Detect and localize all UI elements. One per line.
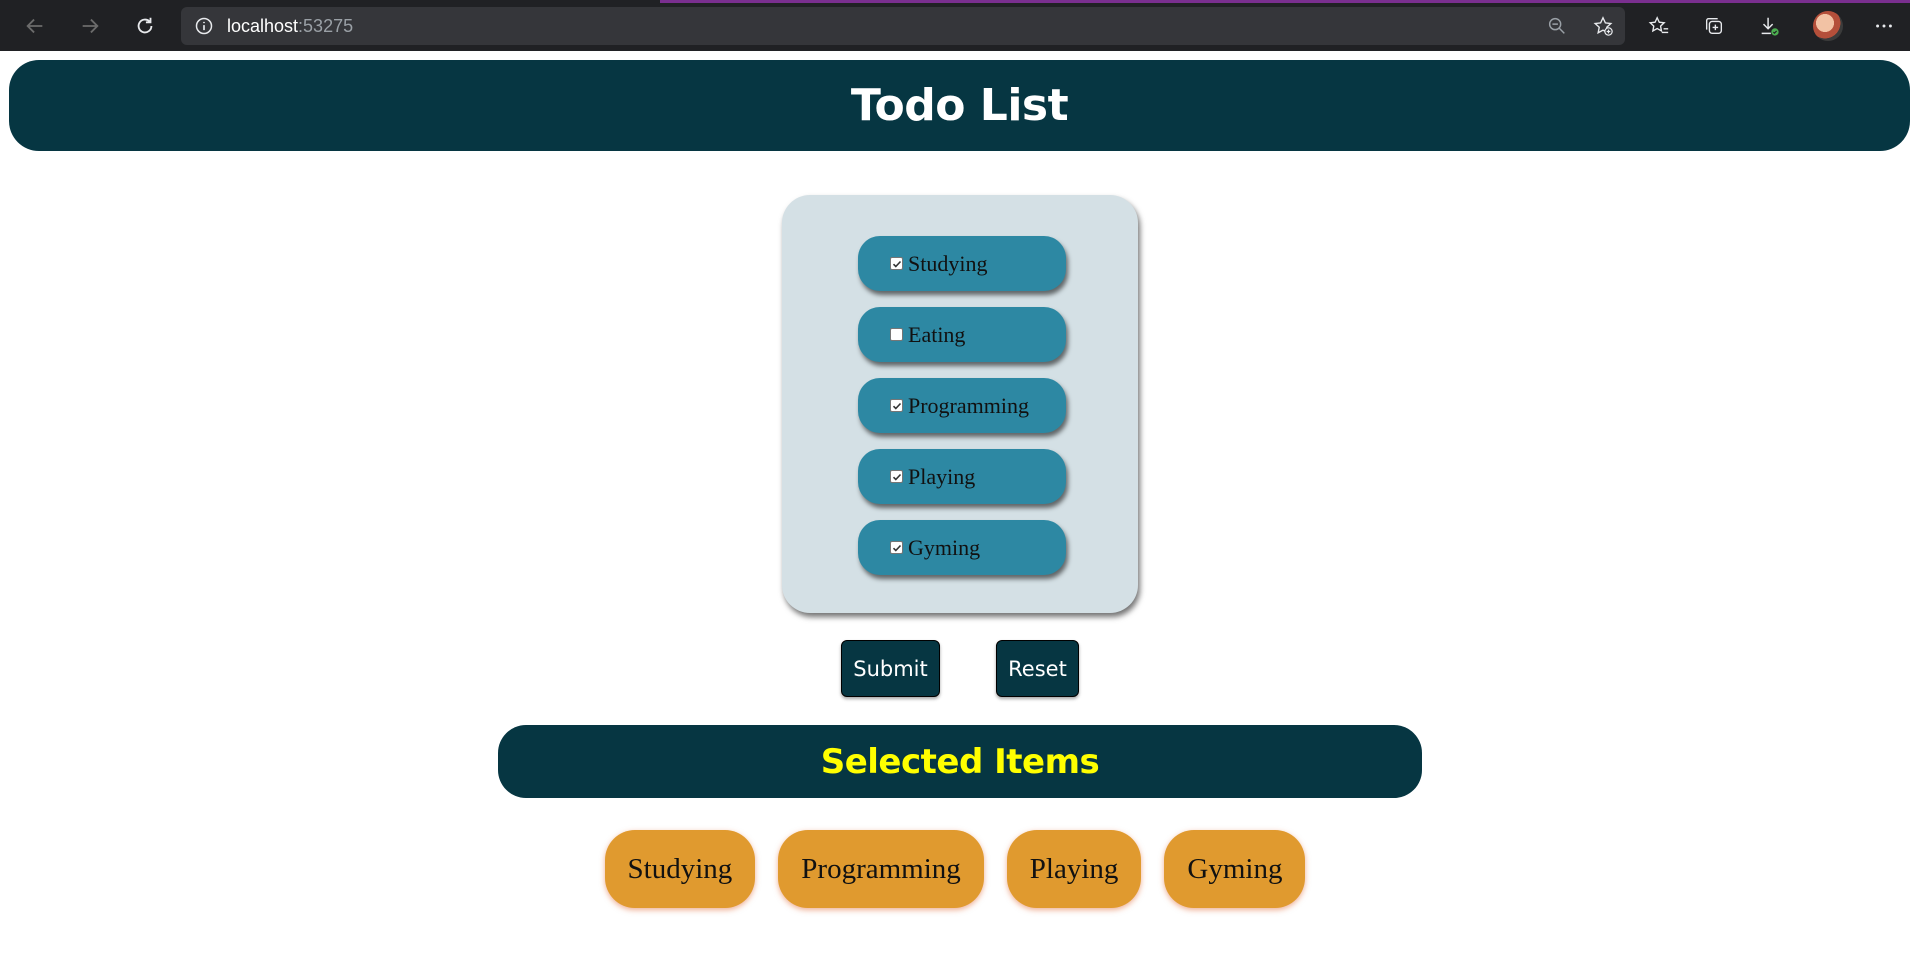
refresh-button[interactable] [127, 8, 163, 44]
page-header: Todo List [9, 60, 1910, 151]
todo-item[interactable]: Eating [858, 307, 1066, 362]
checkmark-icon [892, 260, 901, 268]
todo-item[interactable]: Playing [858, 449, 1066, 504]
todo-checkbox[interactable] [890, 541, 903, 554]
favorites-icon [1648, 16, 1669, 34]
url-text[interactable]: localhost:53275 [227, 16, 353, 37]
reset-button[interactable]: Reset [996, 640, 1079, 697]
forward-button[interactable] [72, 8, 108, 44]
more-horizontal-icon [1876, 24, 1892, 28]
todo-item-label: Gyming [908, 534, 981, 560]
zoom-out-button[interactable] [1539, 8, 1575, 44]
todo-item-label: Studying [908, 250, 988, 276]
zoom-out-icon [1548, 17, 1565, 34]
selected-item-chip: Gyming [1164, 830, 1306, 908]
selected-item-chip: Studying [604, 830, 756, 908]
selected-items-title: Selected Items [820, 741, 1100, 782]
star-add-icon [1593, 16, 1613, 36]
selected-items-list: Studying Programming Playing Gyming [0, 830, 1910, 908]
checkmark-icon [892, 544, 901, 552]
checkmark-icon [892, 473, 901, 481]
selected-item-chip: Playing [1006, 830, 1142, 908]
url-port: :53275 [298, 15, 354, 36]
submit-button[interactable]: Submit [841, 640, 940, 697]
arrow-left-icon [26, 18, 43, 34]
favorites-button[interactable] [1641, 8, 1677, 44]
todo-item[interactable]: Programming [858, 378, 1066, 433]
todo-checkbox[interactable] [890, 399, 903, 412]
tab-accent-bar [660, 0, 1910, 3]
profile-avatar[interactable] [1813, 11, 1843, 41]
add-favorite-button[interactable] [1585, 8, 1621, 44]
download-icon [1761, 17, 1779, 36]
page-title: Todo List [850, 80, 1069, 131]
collections-icon [1705, 17, 1723, 35]
todo-item[interactable]: Gyming [858, 520, 1066, 575]
selected-items-header: Selected Items [498, 725, 1422, 798]
collections-button[interactable] [1696, 8, 1732, 44]
todo-item-label: Programming [908, 392, 1029, 418]
todo-list-card: Studying Eating Programming Playing Gyming [782, 195, 1138, 613]
more-menu-button[interactable] [1866, 8, 1902, 44]
todo-checkbox[interactable] [890, 328, 903, 341]
refresh-icon [137, 17, 153, 34]
back-button[interactable] [17, 8, 53, 44]
todo-checkbox[interactable] [890, 470, 903, 483]
browser-toolbar: localhost:53275 [0, 0, 1910, 51]
todo-item[interactable]: Studying [858, 236, 1066, 291]
todo-item-label: Eating [908, 321, 966, 347]
downloads-button[interactable] [1751, 8, 1787, 44]
todo-checkbox[interactable] [890, 257, 903, 270]
url-host: localhost [227, 15, 299, 36]
todo-item-label: Playing [908, 463, 976, 489]
site-info-icon[interactable] [181, 7, 227, 45]
address-bar[interactable]: localhost:53275 [181, 7, 1625, 45]
checkmark-icon [892, 402, 901, 410]
selected-item-chip: Programming [778, 830, 984, 908]
arrow-right-icon [82, 18, 99, 34]
